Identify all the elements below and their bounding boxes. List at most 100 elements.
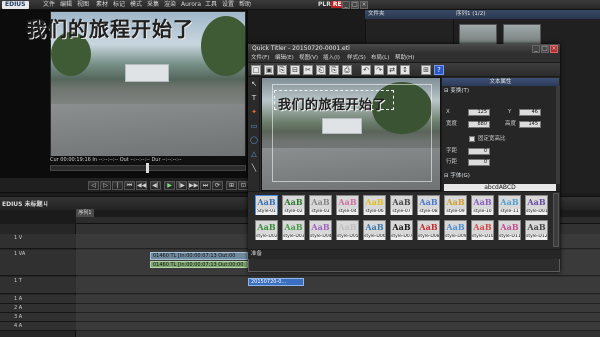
redo-icon[interactable]: ↷ [374, 65, 384, 75]
transport-button[interactable]: ▶▶ [188, 181, 199, 190]
titler-menu-item[interactable]: 布局(L) [371, 55, 389, 62]
track-lane[interactable] [76, 304, 600, 313]
help-icon[interactable]: ? [434, 65, 444, 75]
timeline-clip-title[interactable]: 20150720-0... [248, 278, 304, 286]
titler-menu-item[interactable]: 插入(I) [323, 55, 340, 62]
properties-scrollbar[interactable] [556, 86, 560, 184]
save-icon[interactable]: ⎘ [277, 65, 287, 75]
transform-section[interactable]: ⊟ 变换(T) [444, 87, 556, 95]
x-field[interactable]: 125 [468, 109, 490, 116]
titler-menu-item[interactable]: 帮助(H) [395, 55, 414, 62]
style-preset[interactable]: AaB style-09 [444, 195, 467, 215]
transport-button[interactable]: ⊞ [226, 181, 237, 190]
align-icon[interactable]: ⇄ [387, 65, 397, 75]
style-preset[interactable]: AaB style-D04 [309, 220, 332, 240]
style-preset[interactable]: AaB style-D07 [390, 220, 413, 240]
style-preset[interactable]: AaB style-10 [471, 195, 494, 215]
style-preset[interactable]: AaB style-04 [336, 195, 359, 215]
shape-tool-icon[interactable]: ✦ [249, 108, 259, 117]
close-button[interactable]: × [360, 1, 368, 9]
style-preset[interactable]: AaB style-D11 [498, 220, 521, 240]
minimize-button[interactable]: _ [342, 1, 350, 9]
track-lane[interactable] [76, 313, 600, 322]
height-field[interactable]: 145 [519, 121, 541, 128]
track-header[interactable]: 2 A [0, 304, 76, 313]
ellipse-tool-icon[interactable]: ◯ [249, 136, 259, 145]
style-preset[interactable]: AaB style-02 [282, 195, 305, 215]
transport-button[interactable]: ⏮ [124, 181, 135, 190]
style-preset[interactable]: AaB style-D03 [282, 220, 305, 240]
tab-sequence[interactable]: 序列1 [76, 209, 94, 217]
rectangle-tool-icon[interactable]: ▭ [249, 122, 259, 131]
text-tool-icon[interactable]: T [249, 94, 259, 103]
track-lane[interactable] [76, 295, 600, 304]
playhead-marker[interactable] [146, 163, 149, 173]
track-header[interactable]: 4 A [0, 322, 76, 331]
style-preset[interactable]: AaB style-D02 [255, 220, 278, 240]
style-preset[interactable]: AaB style-D01 [525, 195, 548, 215]
canvas-title-text[interactable]: 我们的旅程开始了 [278, 94, 386, 113]
menu-item[interactable]: 渲染 [164, 1, 176, 9]
menu-item[interactable]: Aurora [181, 1, 201, 9]
style-preset[interactable]: AaB style-08 [417, 195, 440, 215]
gallery-scrollbar[interactable] [553, 193, 559, 247]
titler-menu-item[interactable]: 样式(S) [347, 55, 366, 62]
y-field[interactable]: 46 [519, 109, 541, 116]
track-lane[interactable] [76, 322, 600, 331]
open-icon[interactable]: ▣ [264, 65, 274, 75]
distribute-icon[interactable]: ↕ [400, 65, 410, 75]
grid-icon[interactable]: ⊞ [421, 65, 431, 75]
undo-icon[interactable]: ↶ [361, 65, 371, 75]
transport-button[interactable]: ◀| [150, 181, 161, 190]
spacing-field[interactable]: 0 [468, 148, 490, 155]
menu-item[interactable]: 模式 [130, 1, 142, 9]
titler-menu-item[interactable]: 视图(V) [299, 55, 318, 62]
menu-item[interactable]: 文件 [43, 1, 55, 9]
line-tool-icon[interactable]: ╲ [249, 164, 259, 173]
style-preset[interactable]: AaB style-11 [498, 195, 521, 215]
menu-item[interactable]: 帮助 [239, 1, 251, 9]
style-preset[interactable]: AaB style-D06 [363, 220, 386, 240]
menu-item[interactable]: 视图 [77, 1, 89, 9]
transport-button[interactable]: ⏭ [200, 181, 211, 190]
width-field[interactable]: 880 [468, 121, 490, 128]
menu-item[interactable]: 编辑 [60, 1, 72, 9]
style-preset[interactable]: AaB style-D12 [525, 220, 548, 240]
fixed-ratio-checkbox[interactable] [469, 136, 475, 142]
font-section[interactable]: ⊟ 字体(G) [444, 172, 556, 180]
style-preset[interactable]: AaB style-D10 [471, 220, 494, 240]
select-tool-icon[interactable]: ↖ [249, 80, 259, 89]
track-header[interactable]: 1 T [0, 277, 76, 294]
style-preset[interactable]: AaB style-D08 [417, 220, 440, 240]
style-preset[interactable]: AaB style-07 [390, 195, 413, 215]
style-preset[interactable]: AaB style-03 [309, 195, 332, 215]
track-header[interactable]: 1 VA [0, 250, 76, 276]
transport-button[interactable]: ◁ [88, 181, 99, 190]
copy-icon[interactable]: ⎗ [316, 65, 326, 75]
titler-menu-item[interactable]: 编辑(E) [275, 55, 294, 62]
new-icon[interactable]: □ [251, 65, 261, 75]
titler-menu-item[interactable]: 文件(F) [251, 55, 269, 62]
cut-icon[interactable]: ✂ [303, 65, 313, 75]
menu-item[interactable]: 素材 [96, 1, 108, 9]
style-preset[interactable]: AaB style-D05 [336, 220, 359, 240]
transport-button[interactable]: ▷ [100, 181, 111, 190]
style-preset[interactable]: AaB Style-01 [255, 195, 278, 215]
menu-item[interactable]: 设置 [222, 1, 234, 9]
titler-minimize-button[interactable]: _ [532, 45, 540, 53]
style-preset[interactable]: AaB style-06 [363, 195, 386, 215]
titler-maximize-button[interactable]: □ [541, 45, 549, 53]
save-as-icon[interactable]: ⊟ [290, 65, 300, 75]
menu-item[interactable]: 标记 [113, 1, 125, 9]
transport-button[interactable]: ⟳ [212, 181, 223, 190]
track-header[interactable]: 3 A [0, 313, 76, 322]
style-preset[interactable]: AaB style-D09 [444, 220, 467, 240]
track-lane[interactable] [76, 277, 600, 294]
paste-icon[interactable]: ⎘ [329, 65, 339, 75]
titler-close-button[interactable]: × [550, 45, 558, 53]
triangle-tool-icon[interactable]: △ [249, 150, 259, 159]
timeline-clip-audio[interactable]: 01460 TL [In:00:00:07:13 Out:00:00 [150, 261, 248, 268]
transport-button[interactable]: ▶ [164, 181, 175, 190]
transport-button[interactable]: |▶ [176, 181, 187, 190]
maximize-button[interactable]: □ [351, 1, 359, 9]
